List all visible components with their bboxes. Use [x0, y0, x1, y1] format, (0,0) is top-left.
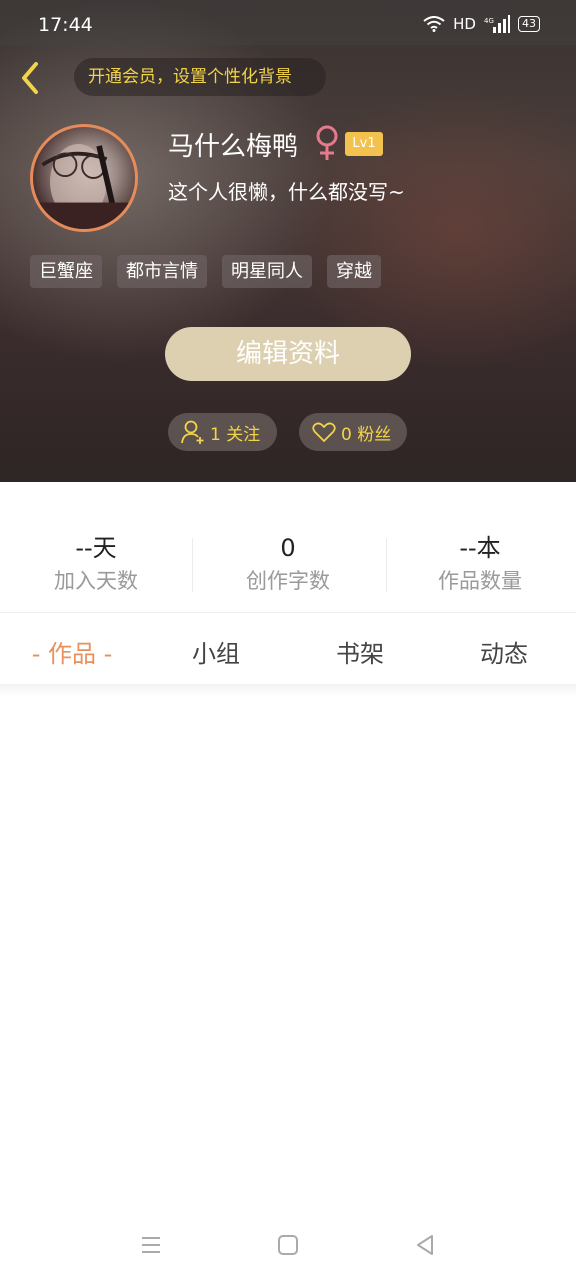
- fans-button[interactable]: 0 粉丝: [299, 413, 407, 451]
- heart-icon: [312, 422, 336, 442]
- signal-icon: 4G: [484, 15, 510, 33]
- network-label: HD: [453, 15, 476, 33]
- status-bar: 17:44 HD 4G 43: [0, 0, 576, 45]
- username: 马什么梅鸭: [168, 132, 299, 162]
- home-square-icon[interactable]: [275, 1232, 301, 1258]
- add-user-icon: [181, 420, 204, 444]
- edit-profile-button[interactable]: 编辑资料: [165, 327, 411, 381]
- tag-item: 巨蟹座: [30, 255, 102, 288]
- profile-stats: --天 加入天数 0 创作字数 --本 作品数量: [0, 530, 576, 600]
- wifi-icon: [423, 16, 445, 32]
- stat-value: --本: [459, 534, 501, 562]
- stat-label: 加入天数: [54, 569, 138, 593]
- stat-label: 作品数量: [438, 569, 522, 593]
- stat-word-count: 0 创作字数: [192, 530, 384, 596]
- avatar[interactable]: [30, 124, 138, 232]
- tab-bookshelf[interactable]: 书架: [310, 613, 410, 691]
- tag-list: 巨蟹座 都市言情 明星同人 穿越: [30, 255, 381, 288]
- level-badge: Lv1: [345, 132, 383, 156]
- menu-icon[interactable]: [138, 1232, 164, 1258]
- tab-activity[interactable]: 动态: [454, 613, 554, 691]
- user-bio: 这个人很懒，什么都没写~: [168, 180, 405, 204]
- stat-works-count: --本 作品数量: [384, 530, 576, 596]
- stat-label: 创作字数: [246, 569, 330, 593]
- tabs-divider: [0, 684, 576, 696]
- chevron-left-icon[interactable]: [16, 58, 46, 98]
- tab-groups[interactable]: 小组: [166, 613, 266, 691]
- status-time: 17:44: [38, 14, 93, 36]
- following-count: 1 关注: [210, 424, 261, 445]
- avatar-image: [33, 144, 135, 229]
- tag-item: 明星同人: [222, 255, 312, 288]
- fans-count: 0 粉丝: [341, 424, 392, 445]
- tag-item: 穿越: [327, 255, 381, 288]
- profile-header: 17:44 HD 4G 43 开通会员，设置个性化背景 马什么梅鸭 Lv1 这个…: [0, 0, 576, 482]
- profile-tabs: - 作品 - 小组 书架 动态: [0, 612, 576, 690]
- tag-item: 都市言情: [117, 255, 207, 288]
- tab-works[interactable]: - 作品 -: [10, 613, 134, 691]
- back-triangle-icon[interactable]: [412, 1232, 438, 1258]
- stat-join-days: --天 加入天数: [0, 530, 192, 596]
- svg-text:4G: 4G: [484, 17, 494, 25]
- battery-icon: 43: [518, 16, 540, 32]
- status-indicators: HD 4G 43: [423, 15, 540, 33]
- vip-background-prompt[interactable]: 开通会员，设置个性化背景: [74, 58, 326, 96]
- stat-value: --天: [75, 534, 117, 562]
- stat-value: 0: [280, 534, 296, 562]
- system-navigation-bar: [0, 1222, 576, 1268]
- following-button[interactable]: 1 关注: [168, 413, 277, 451]
- female-icon: [316, 125, 338, 160]
